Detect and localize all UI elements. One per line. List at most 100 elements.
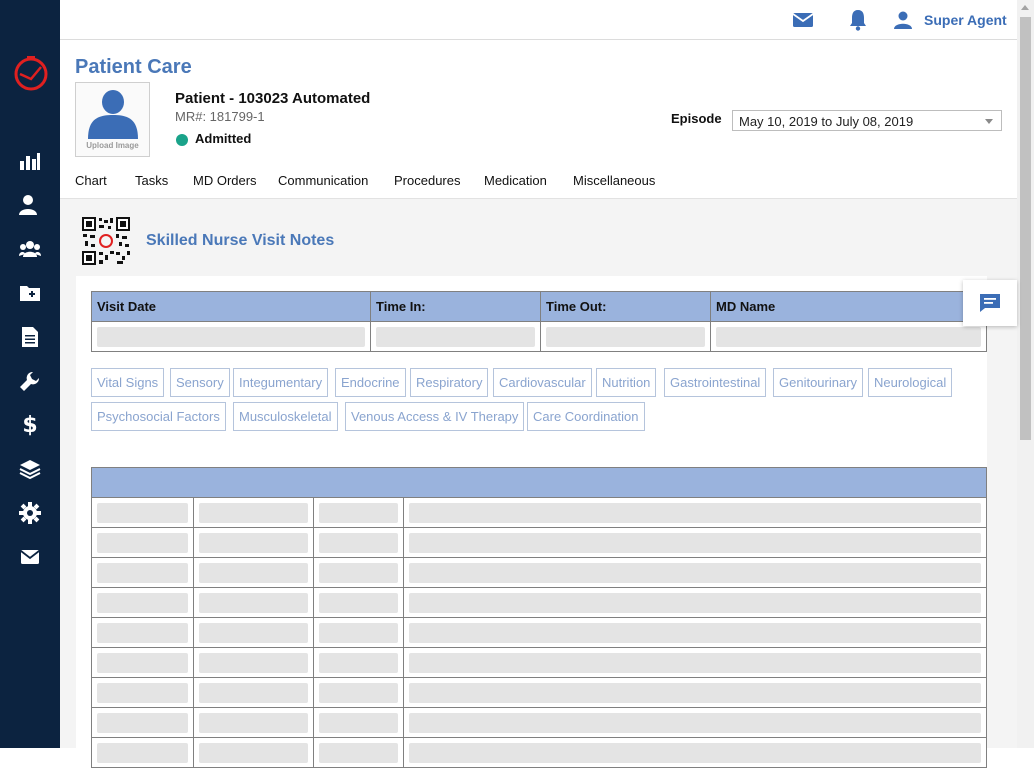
users-icon[interactable] bbox=[18, 237, 42, 261]
table-cell[interactable] bbox=[193, 587, 314, 618]
table-cell[interactable] bbox=[91, 617, 194, 648]
category-care-coordination[interactable]: Care Coordination bbox=[527, 402, 645, 431]
upload-image-button[interactable]: Upload Image bbox=[75, 82, 150, 157]
table-cell[interactable] bbox=[313, 587, 404, 618]
table-cell[interactable] bbox=[91, 497, 194, 528]
table-cell[interactable] bbox=[313, 527, 404, 558]
loading-placeholder bbox=[97, 682, 188, 703]
category-sensory[interactable]: Sensory bbox=[170, 368, 230, 397]
category-cardiovascular[interactable]: Cardiovascular bbox=[493, 368, 592, 397]
table-cell[interactable] bbox=[403, 677, 987, 708]
category-musculoskeletal[interactable]: Musculoskeletal bbox=[233, 402, 338, 431]
user-icon[interactable] bbox=[891, 8, 915, 32]
user-name-link[interactable]: Super Agent bbox=[924, 12, 1007, 28]
loading-placeholder bbox=[319, 562, 398, 583]
tab-md-orders[interactable]: MD Orders bbox=[193, 173, 257, 188]
category-nutrition[interactable]: Nutrition bbox=[596, 368, 657, 397]
time-in-cell[interactable] bbox=[370, 321, 541, 352]
folder-add-icon[interactable] bbox=[18, 281, 42, 305]
table-cell[interactable] bbox=[313, 647, 404, 678]
table-cell[interactable] bbox=[193, 617, 314, 648]
table-cell[interactable] bbox=[403, 497, 987, 528]
qr-code-icon bbox=[82, 217, 130, 265]
chat-button[interactable] bbox=[963, 280, 1017, 326]
loading-placeholder bbox=[409, 622, 981, 643]
category-venous-access-iv-therapy[interactable]: Venous Access & IV Therapy bbox=[345, 402, 525, 431]
category-neurological[interactable]: Neurological bbox=[868, 368, 953, 397]
tab-communication[interactable]: Communication bbox=[278, 173, 368, 188]
category-genitourinary[interactable]: Genitourinary bbox=[773, 368, 864, 397]
category-gastrointestinal[interactable]: Gastrointestinal bbox=[664, 368, 767, 397]
table-row bbox=[91, 677, 987, 708]
gear-icon[interactable] bbox=[18, 501, 42, 525]
table-cell[interactable] bbox=[313, 557, 404, 588]
category-endocrine[interactable]: Endocrine bbox=[335, 368, 406, 397]
table-cell[interactable] bbox=[313, 617, 404, 648]
category-vital-signs[interactable]: Vital Signs bbox=[91, 368, 165, 397]
table-cell[interactable] bbox=[313, 737, 404, 768]
visit-date-cell[interactable] bbox=[91, 321, 371, 352]
loading-placeholder bbox=[319, 622, 398, 643]
table-cell[interactable] bbox=[403, 737, 987, 768]
tab-procedures[interactable]: Procedures bbox=[394, 173, 460, 188]
loading-placeholder bbox=[409, 502, 981, 523]
layers-icon[interactable] bbox=[18, 457, 42, 481]
table-cell[interactable] bbox=[313, 677, 404, 708]
scroll-up-arrow-icon[interactable] bbox=[1021, 5, 1029, 10]
loading-placeholder bbox=[199, 622, 308, 643]
md-name-cell[interactable] bbox=[710, 321, 987, 352]
category-respiratory[interactable]: Respiratory bbox=[410, 368, 489, 397]
tab-miscellaneous[interactable]: Miscellaneous bbox=[573, 173, 655, 188]
table-cell[interactable] bbox=[193, 677, 314, 708]
table-cell[interactable] bbox=[193, 557, 314, 588]
category-integumentary[interactable]: Integumentary bbox=[233, 368, 329, 397]
tab-tasks[interactable]: Tasks bbox=[135, 173, 168, 188]
table-cell[interactable] bbox=[193, 527, 314, 558]
user-add-icon[interactable] bbox=[18, 193, 42, 217]
table-cell[interactable] bbox=[403, 587, 987, 618]
table-cell[interactable] bbox=[193, 497, 314, 528]
table-cell[interactable] bbox=[403, 707, 987, 738]
table-cell[interactable] bbox=[193, 707, 314, 738]
table-cell[interactable] bbox=[91, 737, 194, 768]
visit-info-table: Visit Date Time In: Time Out: MD Name bbox=[91, 291, 987, 352]
table-cell[interactable] bbox=[91, 527, 194, 558]
mail-icon[interactable] bbox=[791, 8, 815, 32]
bell-icon[interactable] bbox=[846, 8, 870, 32]
table-row bbox=[91, 587, 987, 618]
episode-select[interactable]: May 10, 2019 to July 08, 2019 bbox=[732, 110, 1002, 131]
table-cell[interactable] bbox=[91, 707, 194, 738]
wrench-icon[interactable] bbox=[18, 369, 42, 393]
tab-medication[interactable]: Medication bbox=[484, 173, 547, 188]
document-icon[interactable] bbox=[18, 325, 42, 349]
table-cell[interactable] bbox=[91, 677, 194, 708]
bar-chart-icon[interactable] bbox=[18, 149, 42, 173]
table-cell[interactable] bbox=[313, 497, 404, 528]
scroll-thumb[interactable] bbox=[1020, 17, 1031, 440]
clock-logo-icon[interactable] bbox=[13, 55, 49, 91]
mail-icon[interactable] bbox=[18, 545, 42, 569]
table-cell[interactable] bbox=[313, 707, 404, 738]
category-psychosocial-factors[interactable]: Psychosocial Factors bbox=[91, 402, 226, 431]
table-row bbox=[91, 557, 987, 588]
dollar-icon[interactable]: $ bbox=[18, 413, 42, 438]
table-cell[interactable] bbox=[91, 647, 194, 678]
table-cell[interactable] bbox=[403, 527, 987, 558]
loading-placeholder bbox=[199, 592, 308, 613]
scrollbar[interactable] bbox=[1017, 0, 1034, 748]
table-cell[interactable] bbox=[193, 737, 314, 768]
table-cell[interactable] bbox=[91, 587, 194, 618]
column-header: MD Name bbox=[710, 291, 987, 322]
time-out-cell[interactable] bbox=[540, 321, 711, 352]
loading-placeholder bbox=[319, 652, 398, 673]
loading-placeholder bbox=[97, 562, 188, 583]
loading-placeholder bbox=[546, 326, 705, 347]
table-cell[interactable] bbox=[403, 617, 987, 648]
tab-chart[interactable]: Chart bbox=[75, 173, 107, 188]
table-cell[interactable] bbox=[193, 647, 314, 678]
loading-placeholder bbox=[97, 712, 188, 733]
table-cell[interactable] bbox=[403, 647, 987, 678]
loading-placeholder bbox=[716, 326, 981, 347]
table-cell[interactable] bbox=[403, 557, 987, 588]
table-cell[interactable] bbox=[91, 557, 194, 588]
